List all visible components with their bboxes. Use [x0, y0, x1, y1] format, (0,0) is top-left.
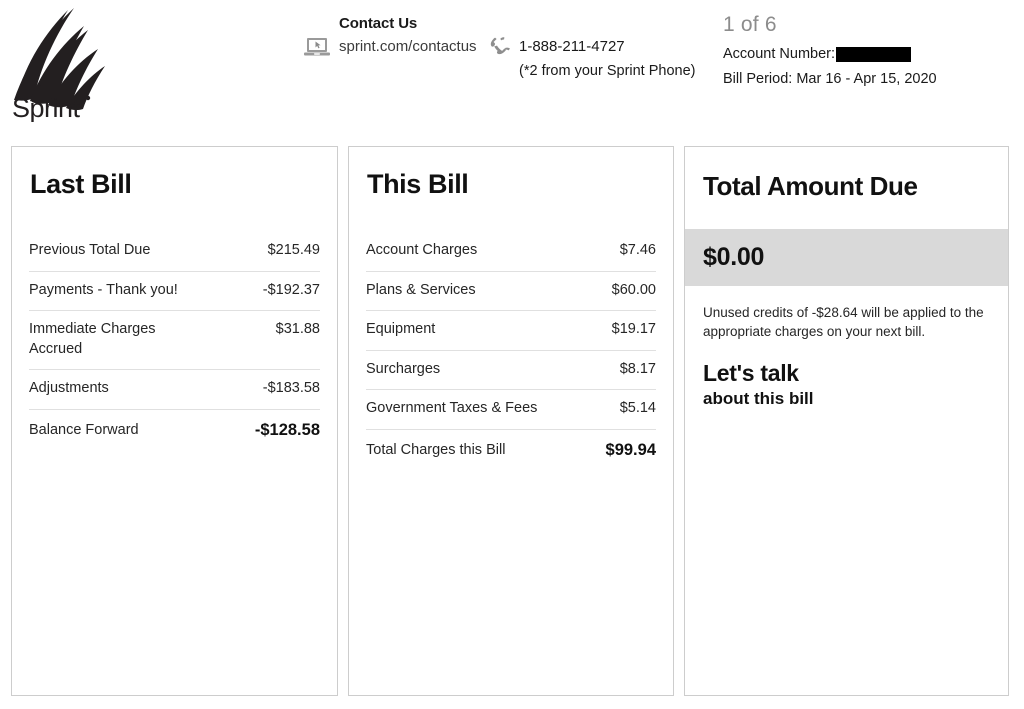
sprint-logo-text: Sprint [12, 93, 81, 122]
about-this-bill-subheading: about this bill [703, 389, 814, 409]
bill-header: Sprint Contact Us sprint.com/contactus 1… [0, 0, 1024, 130]
sprint-logo: Sprint [8, 4, 112, 122]
laptop-icon [304, 38, 330, 56]
unused-credit-note: Unused credits of -$28.64 will be applie… [703, 305, 984, 340]
row-value: $8.17 [619, 360, 656, 377]
row-label: Immediate Charges Accrued [29, 321, 156, 357]
row-label: Total Charges this Bill [366, 441, 506, 458]
row-label: Payments - Thank you! [29, 281, 178, 298]
lets-talk-heading: Let's talk [703, 360, 799, 387]
phone-contact-block: 1-888-211-4727 (*2 from your Sprint Phon… [489, 36, 696, 82]
total-amount-due-title: Total Amount Due [703, 171, 918, 201]
row-value: -$128.58 [254, 420, 320, 439]
row-label: Government Taxes & Fees [366, 400, 538, 417]
table-row: Account Charges $7.46 [366, 232, 656, 271]
this-bill-title: This Bill [367, 169, 469, 199]
account-number-label: Account Number: [723, 46, 836, 63]
last-bill-total-row: Balance Forward -$128.58 [29, 408, 320, 451]
table-row: Adjustments -$183.58 [29, 369, 320, 409]
row-value: $99.94 [605, 440, 656, 459]
page-count: 1 of 6 [723, 13, 777, 36]
contact-us-block: Contact Us sprint.com/contactus [303, 14, 477, 59]
sprint-wing-logo: Sprint [12, 8, 105, 122]
row-label: Plans & Services [366, 281, 476, 298]
row-value: $7.46 [619, 242, 656, 258]
last-bill-rows: Previous Total Due $215.49 Payments - Th… [12, 232, 337, 451]
table-row: Previous Total Due $215.49 [29, 232, 320, 271]
last-bill-title: Last Bill [30, 169, 132, 199]
amount-due-value: $0.00 [703, 243, 765, 271]
contact-phone-note: (*2 from your Sprint Phone) [519, 62, 696, 79]
this-bill-total-row: Total Charges this Bill $99.94 [366, 428, 656, 471]
row-value: $215.49 [267, 242, 320, 258]
row-label: Equipment [366, 321, 436, 338]
sprint-trademark-dot [85, 95, 91, 101]
row-label: Account Charges [366, 242, 478, 258]
bill-period: Bill Period: Mar 16 - Apr 15, 2020 [723, 71, 937, 88]
table-row: Surcharges $8.17 [366, 349, 656, 390]
row-value: -$192.37 [262, 281, 320, 298]
table-row: Immediate Charges Accrued $31.88 [29, 310, 320, 369]
table-row: Equipment $19.17 [366, 310, 656, 350]
contact-phone-number[interactable]: 1-888-211-4727 [519, 36, 696, 59]
table-row: Payments - Thank you! -$192.37 [29, 270, 320, 311]
contact-us-url[interactable]: sprint.com/contactus [339, 37, 477, 57]
row-value: $60.00 [611, 281, 656, 298]
total-amount-due-card: Total Amount Due $0.00 Unused credits of… [684, 146, 1009, 696]
row-value: $19.17 [611, 321, 656, 338]
amount-due-band: $0.00 [685, 229, 1008, 286]
account-info-block: 1 of 6 Account Number: Bill Period: Mar … [723, 10, 937, 90]
this-bill-rows: Account Charges $7.46 Plans & Services $… [349, 232, 673, 471]
row-value: $5.14 [619, 400, 656, 417]
phone-handset-icon [490, 37, 510, 55]
row-value: $31.88 [275, 321, 320, 338]
account-number-row: Account Number: [723, 44, 937, 65]
last-bill-card: Last Bill Previous Total Due $215.49 Pay… [11, 146, 338, 696]
row-label: Adjustments [29, 380, 109, 397]
table-row: Government Taxes & Fees $5.14 [366, 389, 656, 429]
row-label: Surcharges [366, 360, 441, 377]
table-row: Plans & Services $60.00 [366, 270, 656, 311]
contact-us-title: Contact Us [339, 15, 418, 32]
row-label: Previous Total Due [29, 242, 151, 258]
row-value: -$183.58 [262, 380, 320, 397]
this-bill-card: This Bill Account Charges $7.46 Plans & … [348, 146, 674, 696]
account-number-redaction [836, 47, 912, 63]
row-label: Balance Forward [29, 421, 139, 438]
